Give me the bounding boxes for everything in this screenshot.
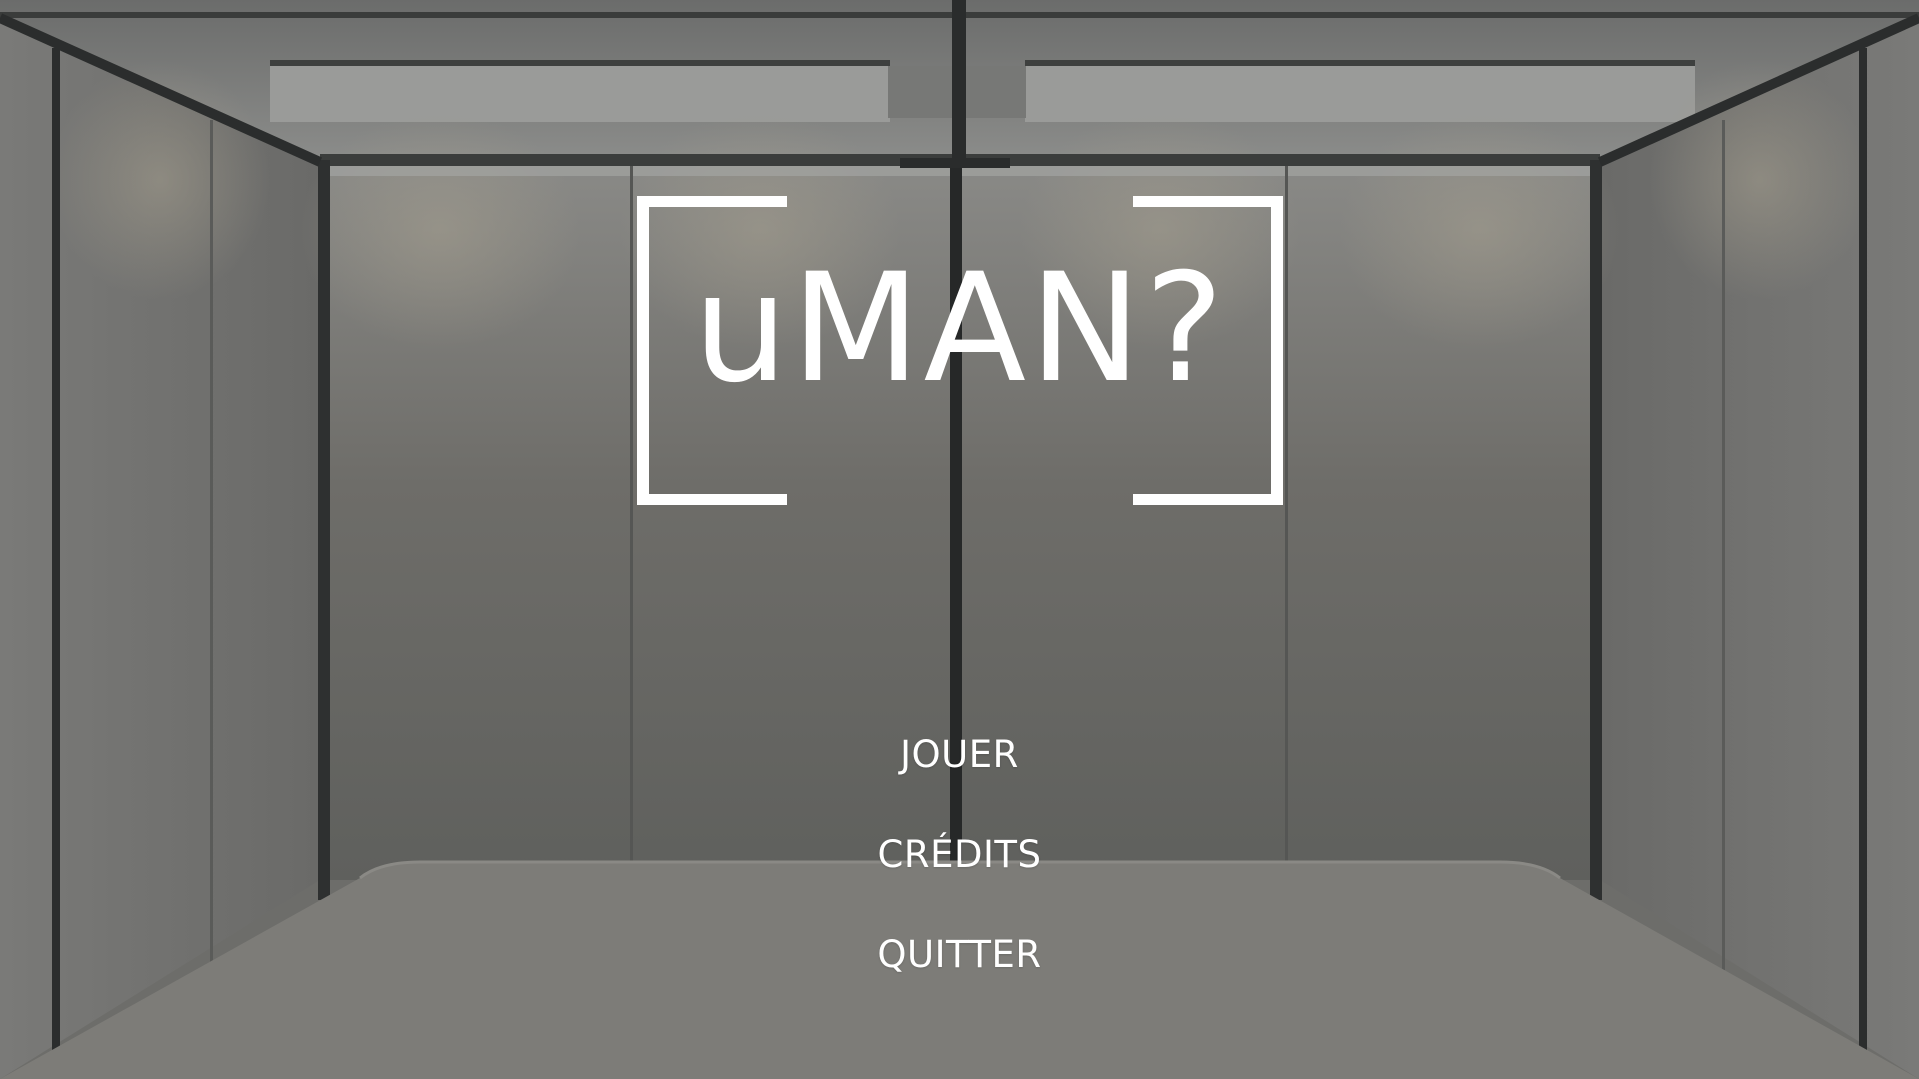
quit-button[interactable]: QUITTER — [800, 925, 1120, 1025]
credits-button[interactable]: CRÉDITS — [800, 825, 1120, 925]
logo-title: uMAN? — [693, 242, 1227, 416]
play-button[interactable]: JOUER — [800, 725, 1120, 825]
main-menu: JOUER CRÉDITS QUITTER — [0, 725, 1919, 1025]
main-menu-screen: uMAN? JOUER CRÉDITS QUITTER — [0, 0, 1919, 1079]
game-logo: uMAN? — [637, 196, 1283, 505]
